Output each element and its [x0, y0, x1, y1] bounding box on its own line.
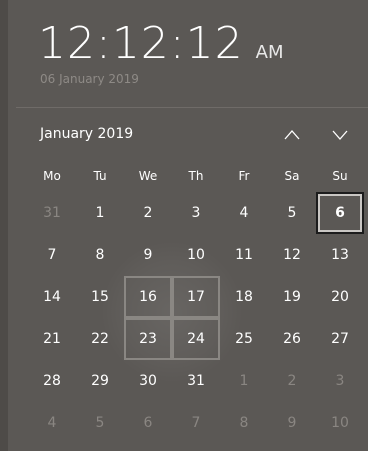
chevron-up-icon — [284, 130, 300, 140]
divider — [16, 107, 368, 108]
clock-time: 12:12:12 — [38, 18, 244, 69]
calendar-day[interactable]: 24 — [172, 318, 220, 360]
calendar-day[interactable]: 11 — [220, 234, 268, 276]
calendar-day[interactable]: 1 — [76, 192, 124, 234]
calendar-day[interactable]: 15 — [76, 276, 124, 318]
calendar-week-row: 7 8 9 10 11 12 13 — [28, 234, 364, 276]
calendar-day[interactable]: 5 — [268, 192, 316, 234]
calendar-day[interactable]: 3 — [172, 192, 220, 234]
day-of-week-label: We — [138, 169, 158, 183]
day-of-week-label: Su — [332, 169, 348, 183]
calendar-day[interactable]: 10 — [172, 234, 220, 276]
calendar-day[interactable]: 22 — [76, 318, 124, 360]
calendar-day[interactable]: 2 — [124, 192, 172, 234]
calendar-day[interactable]: 14 — [28, 276, 76, 318]
clock-ampm: AM — [255, 42, 284, 63]
calendar-day[interactable]: 4 — [220, 192, 268, 234]
calendar-day[interactable]: 8 — [76, 234, 124, 276]
next-month-button[interactable] — [324, 120, 356, 150]
calendar-day[interactable]: 28 — [28, 360, 76, 402]
day-of-week-label: Tu — [93, 169, 107, 183]
calendar-day[interactable]: 21 — [28, 318, 76, 360]
calendar-day[interactable]: 2 — [268, 360, 316, 402]
calendar-day[interactable]: 19 — [268, 276, 316, 318]
calendar-day[interactable]: 4 — [28, 402, 76, 444]
calendar-day[interactable]: 10 — [316, 402, 364, 444]
day-of-week-label: Fr — [238, 169, 250, 183]
calendar-day[interactable]: 3 — [316, 360, 364, 402]
day-of-week-label: Th — [188, 169, 204, 183]
calendar-day[interactable]: 8 — [220, 402, 268, 444]
chevron-down-icon — [332, 130, 348, 140]
calendar-day[interactable]: 20 — [316, 276, 364, 318]
calendar-week-row: 31 1 2 3 4 5 6 — [28, 192, 364, 234]
month-year-button[interactable]: January 2019 — [40, 126, 133, 142]
day-of-week-label: Mo — [43, 169, 61, 183]
days-of-week-header: Mo Tu We Th Fr Sa Su — [28, 160, 364, 192]
calendar-day[interactable]: 30 — [124, 360, 172, 402]
calendar-day[interactable]: 25 — [220, 318, 268, 360]
day-of-week-label: Sa — [284, 169, 300, 183]
calendar-day[interactable]: 26 — [268, 318, 316, 360]
calendar-day[interactable]: 7 — [28, 234, 76, 276]
calendar-day[interactable]: 16 — [124, 276, 172, 318]
calendar-day[interactable]: 9 — [124, 234, 172, 276]
long-date-link[interactable]: 06 January 2019 — [40, 72, 139, 86]
calendar-week-row: 4 5 6 7 8 9 10 — [28, 402, 364, 444]
calendar-day-today[interactable]: 6 — [316, 192, 364, 234]
calendar-week-row: 28 29 30 31 1 2 3 — [28, 360, 364, 402]
calendar-day[interactable]: 29 — [76, 360, 124, 402]
calendar-day[interactable]: 17 — [172, 276, 220, 318]
calendar-weeks: 31 1 2 3 4 5 6 7 8 9 10 11 12 13 14 15 16 17 18 19 20 21 22 23 2… — [28, 192, 364, 444]
calendar-day[interactable]: 23 — [124, 318, 172, 360]
calendar-day[interactable]: 13 — [316, 234, 364, 276]
calendar-week-row: 21 22 23 24 25 26 27 — [28, 318, 364, 360]
calendar-day[interactable]: 31 — [172, 360, 220, 402]
calendar-week-row: 14 15 16 17 18 19 20 — [28, 276, 364, 318]
calendar-day[interactable]: 12 — [268, 234, 316, 276]
calendar-day[interactable]: 9 — [268, 402, 316, 444]
calendar-day[interactable]: 5 — [76, 402, 124, 444]
calendar-day[interactable]: 18 — [220, 276, 268, 318]
calendar-flyout: 12:12:12 AM 06 January 2019 January 2019… — [0, 0, 368, 451]
previous-month-button[interactable] — [276, 120, 308, 150]
clock: 12:12:12 AM — [38, 14, 283, 74]
calendar-day[interactable]: 27 — [316, 318, 364, 360]
calendar-day[interactable]: 31 — [28, 192, 76, 234]
calendar-day[interactable]: 6 — [124, 402, 172, 444]
calendar-day[interactable]: 1 — [220, 360, 268, 402]
calendar-grid: Mo Tu We Th Fr Sa Su 31 1 2 3 4 5 6 7 8 9 10 11 12 13 14 15 16… — [28, 160, 364, 444]
calendar-day[interactable]: 7 — [172, 402, 220, 444]
